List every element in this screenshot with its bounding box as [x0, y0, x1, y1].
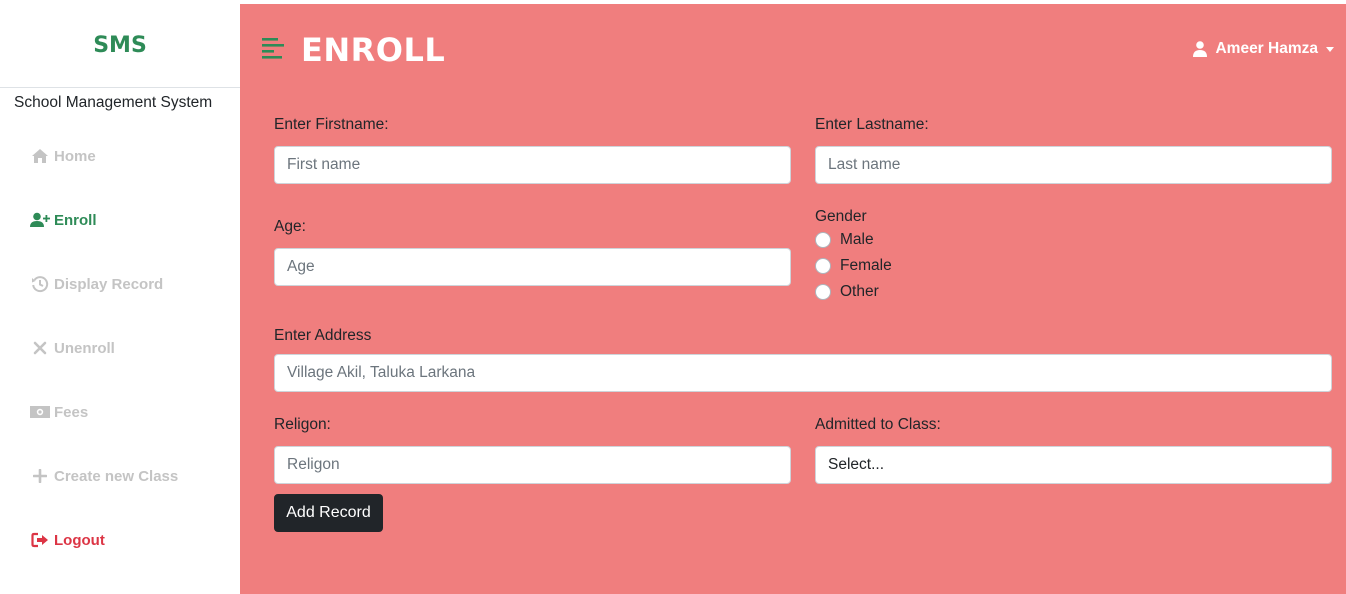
home-icon [30, 147, 50, 165]
class-select[interactable]: Select... [815, 446, 1332, 484]
sidebar-item-label: Create new Class [54, 467, 179, 485]
age-label: Age: [274, 218, 306, 235]
lastname-input[interactable] [815, 146, 1332, 184]
sidebar-item-label: Display Record [54, 275, 164, 293]
sidebar-item-home[interactable]: Home [0, 124, 240, 188]
brand-header: SMS [0, 4, 240, 88]
radio-button[interactable] [815, 258, 831, 274]
gender-option-male[interactable]: Male [815, 231, 874, 249]
user-plus-icon [30, 211, 50, 229]
address-label: Enter Address [274, 327, 372, 344]
radio-button[interactable] [815, 232, 831, 248]
brand-subtitle: School Management System [14, 94, 213, 111]
sidebar-item-label: Logout [54, 531, 105, 549]
user-icon [1193, 41, 1208, 57]
gender-option-female[interactable]: Female [815, 257, 892, 275]
sidebar-item-label: Fees [54, 403, 89, 421]
sidebar-item-unenroll[interactable]: Unenroll [0, 316, 240, 380]
age-input[interactable] [274, 248, 791, 286]
firstname-label: Enter Firstname: [274, 116, 389, 133]
gender-label: Gender [815, 208, 867, 225]
add-record-button[interactable]: Add Record [274, 494, 383, 532]
sign-out-icon [30, 531, 50, 549]
money-icon [30, 403, 50, 421]
lastname-label: Enter Lastname: [815, 116, 929, 133]
sidebar-item-create-class[interactable]: Create new Class [0, 444, 240, 508]
sidebar-item-label: Unenroll [54, 339, 115, 357]
plus-icon [30, 467, 50, 485]
brand-logo[interactable]: SMS [93, 33, 147, 58]
user-name: Ameer Hamza [1215, 40, 1318, 57]
main-content: ENROLL Ameer Hamza Enter Firstname: Ente… [240, 4, 1346, 594]
sidebar: SMS School Management System Home Enroll [0, 4, 240, 594]
firstname-input[interactable] [274, 146, 791, 184]
times-icon [30, 339, 50, 357]
sidebar-item-enroll[interactable]: Enroll [0, 188, 240, 252]
religion-input[interactable] [274, 446, 791, 484]
radio-label: Other [840, 283, 879, 300]
page-title: ENROLL [301, 31, 446, 69]
sidebar-item-logout[interactable]: Logout [0, 508, 240, 572]
radio-label: Male [840, 231, 874, 248]
user-menu[interactable]: Ameer Hamza [1193, 40, 1334, 58]
address-input[interactable] [274, 354, 1332, 392]
radio-button[interactable] [815, 284, 831, 300]
gender-option-other[interactable]: Other [815, 283, 879, 301]
history-icon [30, 275, 50, 293]
class-label: Admitted to Class: [815, 416, 941, 433]
religion-label: Religon: [274, 416, 331, 433]
sidebar-nav: Home Enroll Display Record Unenroll Fees… [0, 124, 240, 572]
sidebar-item-fees[interactable]: Fees [0, 380, 240, 444]
app: SMS School Management System Home Enroll [0, 0, 1346, 594]
sidebar-item-label: Home [54, 147, 96, 165]
sidebar-item-display-record[interactable]: Display Record [0, 252, 240, 316]
sidebar-item-label: Enroll [54, 211, 97, 229]
topbar: ENROLL Ameer Hamza [240, 4, 1346, 94]
chevron-down-icon [1326, 46, 1334, 52]
menu-toggle-icon[interactable] [262, 37, 286, 61]
radio-label: Female [840, 257, 892, 274]
class-select-value: Select... [828, 456, 884, 473]
